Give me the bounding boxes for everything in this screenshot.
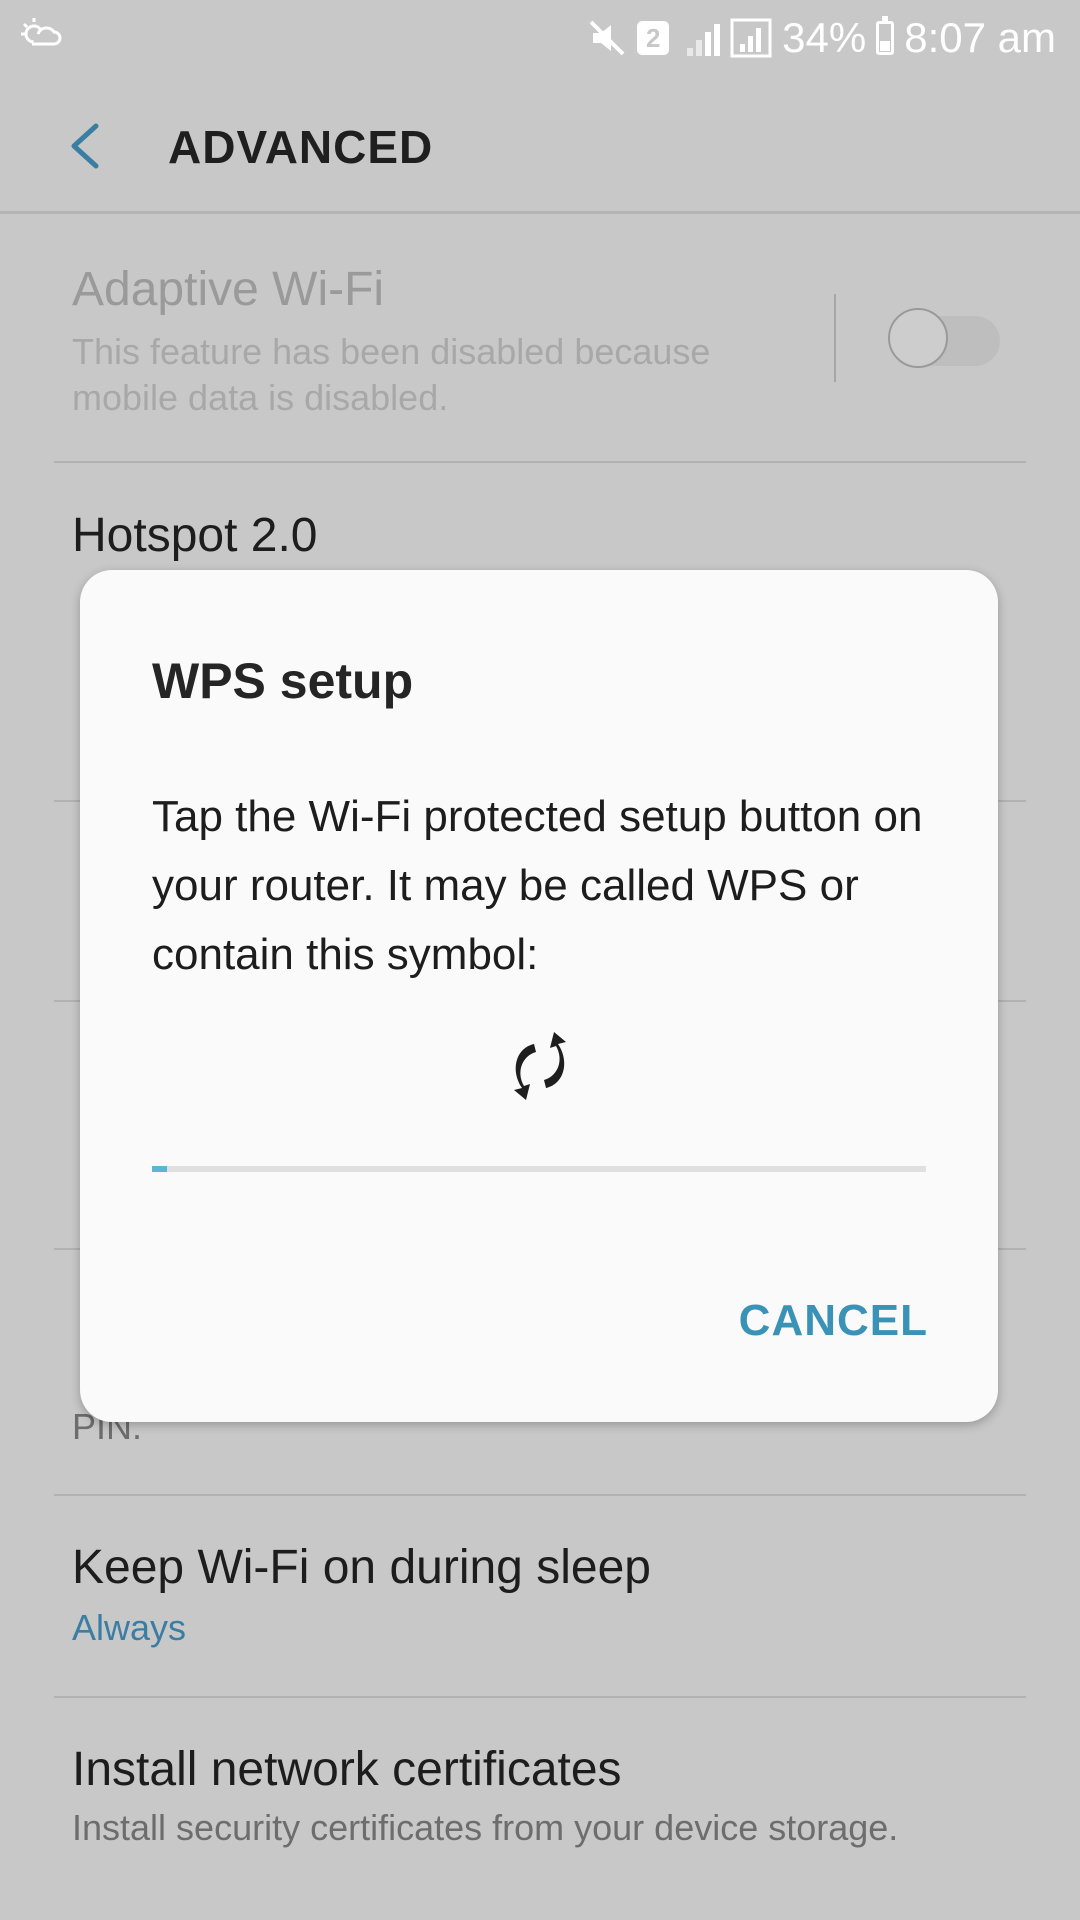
app-bar: ADVANCED	[0, 76, 1080, 214]
setting-value: Always	[72, 1607, 187, 1648]
setting-subtitle: Install security certificates from your …	[72, 1807, 899, 1848]
setting-subtitle: This feature has been disabled because m…	[72, 331, 711, 418]
page-title: ADVANCED	[168, 121, 434, 173]
signal-icon	[730, 18, 772, 58]
setting-title: Install network certificates	[72, 1743, 622, 1796]
setting-title: Hotspot 2.0	[72, 509, 318, 562]
adaptive-wifi-toggle[interactable]	[888, 308, 1000, 368]
clock: 8:07 am	[904, 14, 1056, 61]
divider	[54, 461, 1026, 463]
divider	[54, 1494, 1026, 1496]
dialog-message: Tap the Wi-Fi protected setup button on …	[152, 792, 923, 979]
divider	[54, 1696, 1026, 1698]
dialog-title: WPS setup	[152, 653, 414, 709]
battery-percent: 34%	[782, 14, 867, 61]
weather-icon	[21, 18, 62, 46]
back-arrow-icon[interactable]	[60, 116, 120, 176]
setting-keep-wifi[interactable]: Keep Wi-Fi on during sleep Always	[0, 1540, 1080, 1651]
wps-setup-dialog: WPS setup Tap the Wi-Fi protected setup …	[80, 570, 998, 1422]
divider	[834, 294, 836, 382]
sim-icon: 2	[637, 21, 670, 55]
wps-progress-fill	[152, 1166, 168, 1172]
status-bar: 2 34% 8:07 am	[0, 0, 1080, 76]
battery-icon	[876, 16, 895, 55]
wps-icon	[514, 1032, 566, 1100]
setting-title: Keep Wi-Fi on during sleep	[72, 1541, 651, 1594]
cancel-button[interactable]: CANCEL	[739, 1296, 928, 1346]
signal-icon	[687, 20, 721, 56]
setting-install-certificates[interactable]: Install network certificates Install sec…	[0, 1742, 1080, 1851]
wps-progress-bar	[152, 1166, 926, 1172]
mute-icon	[589, 20, 625, 56]
setting-hotspot[interactable]: Hotspot 2.0	[0, 508, 1080, 563]
